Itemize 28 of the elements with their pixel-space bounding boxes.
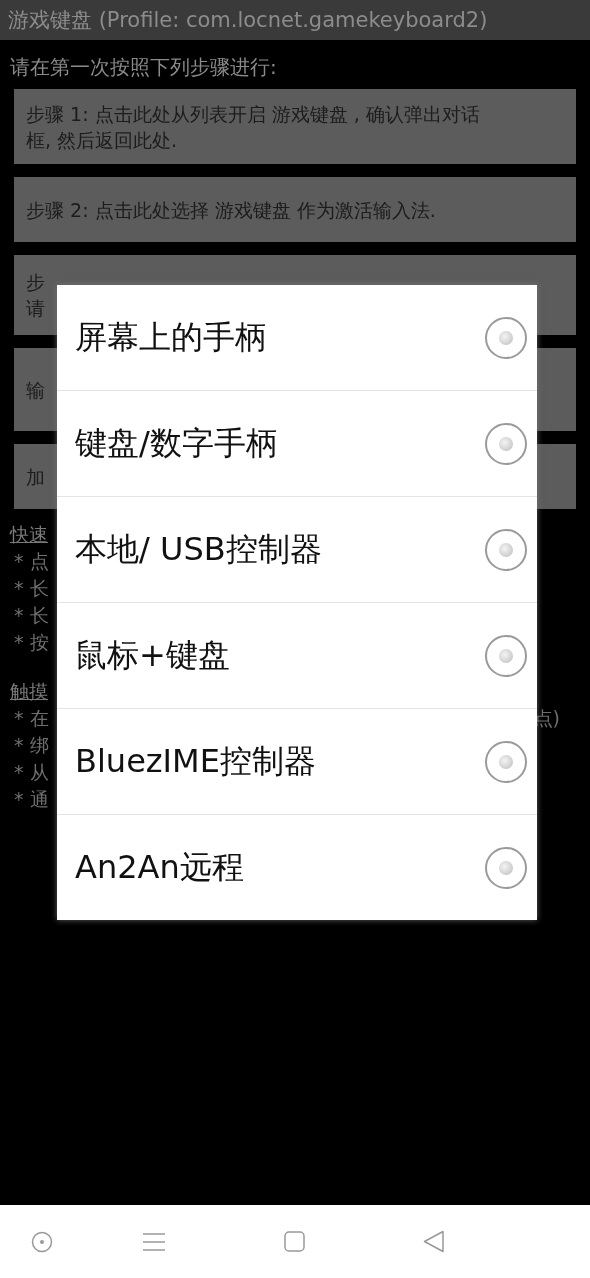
help-text: * 绑 (13, 733, 49, 758)
radio-button[interactable] (485, 528, 527, 571)
instruction-text: 请在第一次按照下列步骤进行: (10, 54, 278, 81)
radio-button[interactable] (485, 740, 527, 783)
help-text: * 从 (13, 760, 49, 785)
radio-button[interactable] (485, 846, 527, 889)
help-text: * 长 (13, 603, 49, 628)
help-text: * 点 (13, 549, 49, 574)
back-icon[interactable] (423, 1230, 445, 1253)
option-item[interactable]: 屏幕上的手柄 (57, 285, 537, 390)
help-text: * 长 (13, 576, 49, 601)
assistant-icon[interactable] (31, 1230, 53, 1253)
radio-button[interactable] (485, 422, 527, 465)
menu-icon[interactable] (142, 1231, 166, 1252)
section-heading: 快速 (10, 522, 48, 547)
window-title: 游戏键盘 (Profile: com.locnet.gamekeyboard2) (0, 0, 590, 40)
option-item[interactable]: 鼠标+键盘 (57, 602, 537, 708)
option-item[interactable]: 本地/ USB控制器 (57, 496, 537, 602)
radio-button[interactable] (485, 316, 527, 359)
section-heading: 触摸 (10, 679, 48, 704)
option-item[interactable]: 键盘/数字手柄 (57, 390, 537, 496)
help-text: * 按 (13, 630, 49, 655)
option-item[interactable]: BluezIME控制器 (57, 708, 537, 814)
option-item[interactable]: An2An远程 (57, 814, 537, 920)
help-text: * 在 (13, 706, 49, 731)
radio-button[interactable] (485, 634, 527, 677)
help-text: * 通 (13, 787, 49, 812)
home-icon[interactable] (284, 1231, 305, 1252)
